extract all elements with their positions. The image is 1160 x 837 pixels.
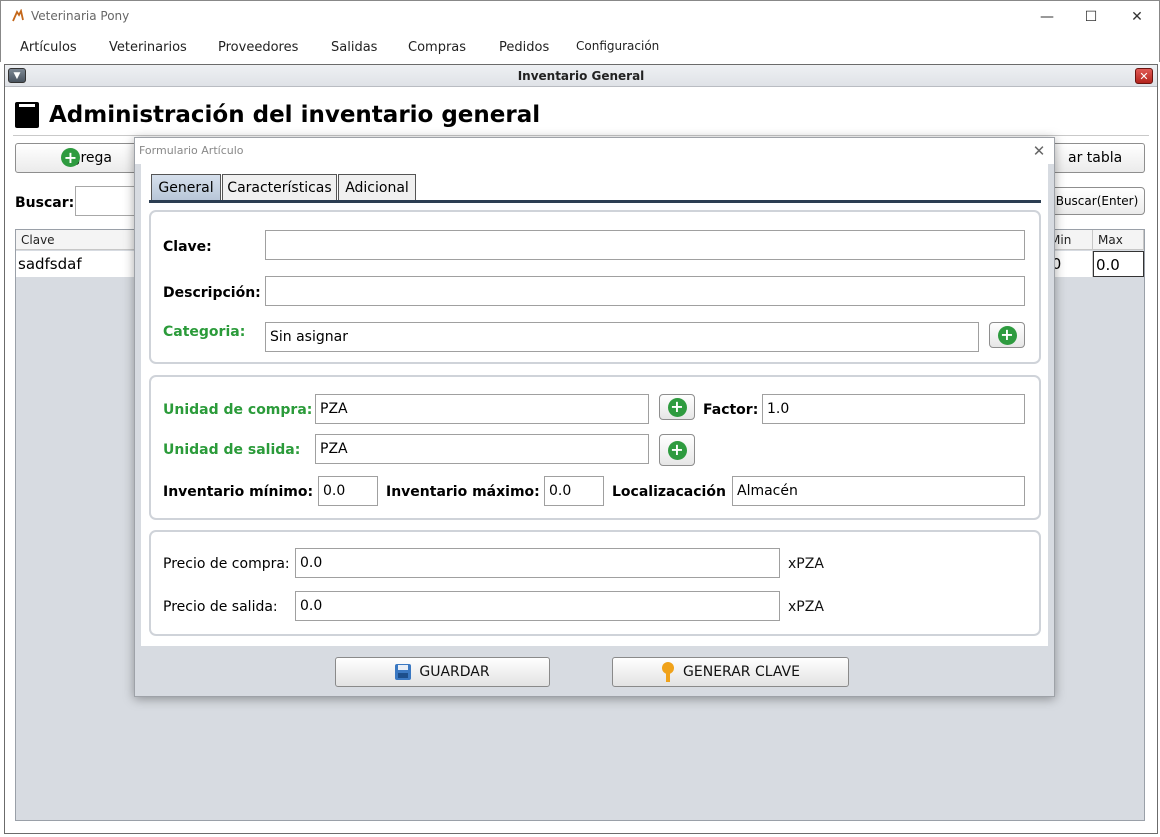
descripcion-label: Descripción: — [163, 285, 261, 301]
internal-frame-title: Inventario General — [517, 69, 645, 83]
plus-icon: + — [667, 440, 687, 460]
precio-salida-field[interactable]: 0.0 — [295, 591, 780, 621]
divider — [13, 135, 1149, 136]
close-icon[interactable]: ✕ — [1114, 1, 1160, 33]
add-categoria-button[interactable]: + — [989, 322, 1025, 348]
unidad-salida-label: Unidad de salida: — [163, 442, 301, 458]
generate-key-label: GENERAR CLAVE — [683, 664, 800, 680]
export-table-label: ar tabla — [1068, 150, 1123, 166]
key-icon — [661, 662, 675, 682]
minimize-icon[interactable]: — — [1024, 1, 1070, 33]
book-icon — [15, 102, 39, 128]
table-cell-clave[interactable]: sadfsdaf — [16, 251, 136, 277]
factor-field[interactable]: 1.0 — [762, 394, 1025, 424]
categoria-label: Categoria: — [163, 324, 246, 340]
precio-compra-unit: xPZA — [788, 556, 824, 572]
floppy-disk-icon — [395, 664, 412, 680]
precio-compra-field[interactable]: 0.0 — [295, 548, 780, 578]
dialog-titlebar: Formulario Artículo ✕ — [135, 138, 1054, 164]
tab-underline — [149, 200, 1041, 203]
window-titlebar: Veterinaria Pony — ☐ ✕ — [0, 0, 1160, 32]
search-button-label: Buscar(Enter) — [1055, 194, 1139, 208]
search-label: Buscar: — [15, 195, 75, 211]
menu-configuracion[interactable]: Configuración — [576, 39, 659, 53]
inventario-minimo-label: Inventario mínimo: — [163, 484, 314, 500]
dialog-title: Formulario Artículo — [139, 144, 244, 157]
tab-caracteristicas[interactable]: Características — [222, 174, 337, 200]
precio-salida-label: Precio de salida: — [163, 599, 278, 615]
internal-frame-titlebar: ▼ Inventario General ✕ — [5, 65, 1157, 87]
categoria-field[interactable]: Sin asignar — [265, 322, 979, 352]
menu-bar: Artículos Veterinarios Proveedores Salid… — [0, 32, 1160, 62]
add-unidad-compra-button[interactable]: + — [659, 394, 695, 420]
save-button-label: GUARDAR — [419, 664, 490, 680]
page-heading: Administración del inventario general — [15, 97, 540, 133]
article-form-dialog: Formulario Artículo ✕ General Caracterís… — [134, 137, 1055, 697]
close-icon[interactable]: ✕ — [1028, 141, 1050, 161]
table-cell-max[interactable]: 0.0 — [1093, 251, 1144, 277]
descripcion-field[interactable] — [265, 276, 1025, 306]
tab-adicional[interactable]: Adicional — [338, 174, 416, 200]
maximize-icon[interactable]: ☐ — [1068, 1, 1114, 33]
menu-articulos[interactable]: Artículos — [20, 40, 77, 55]
inventario-maximo-label: Inventario máximo: — [386, 484, 540, 500]
frame-close-icon[interactable]: ✕ — [1135, 68, 1153, 84]
save-button[interactable]: GUARDAR — [335, 657, 550, 687]
menu-compras[interactable]: Compras — [408, 40, 466, 55]
column-header-max[interactable]: Max — [1093, 230, 1144, 250]
unidad-salida-field[interactable]: PZA — [315, 434, 649, 464]
unidad-compra-field[interactable]: PZA — [315, 394, 649, 424]
generate-key-button[interactable]: GENERAR CLAVE — [612, 657, 849, 687]
menu-salidas[interactable]: Salidas — [331, 40, 377, 55]
menu-veterinarios[interactable]: Veterinarios — [109, 40, 187, 55]
plus-icon: + — [61, 148, 80, 167]
precio-compra-label: Precio de compra: — [163, 556, 290, 572]
dialog-content: General Características Adicional Clave:… — [141, 164, 1048, 646]
app-logo-icon — [12, 9, 24, 22]
inventario-minimo-field[interactable]: 0.0 — [318, 476, 378, 506]
window-title: Veterinaria Pony — [31, 9, 130, 23]
localizacion-field[interactable]: Almacén — [732, 476, 1025, 506]
inventario-maximo-field[interactable]: 0.0 — [544, 476, 604, 506]
page-title: Administración del inventario general — [49, 102, 541, 128]
precio-salida-unit: xPZA — [788, 599, 824, 615]
clave-label: Clave: — [163, 239, 212, 255]
factor-label: Factor: — [703, 402, 759, 418]
menu-proveedores[interactable]: Proveedores — [218, 40, 298, 55]
add-unidad-salida-button[interactable]: + — [659, 434, 695, 466]
tab-general[interactable]: General — [151, 174, 221, 200]
unidad-compra-label: Unidad de compra: — [163, 402, 313, 418]
menu-pedidos[interactable]: Pedidos — [499, 40, 549, 55]
localizacion-label: Localizacación — [612, 484, 726, 500]
column-header-clave[interactable]: Clave — [16, 230, 136, 250]
clave-field[interactable] — [265, 230, 1025, 260]
search-button[interactable]: Buscar(Enter) — [1049, 187, 1145, 215]
plus-icon: + — [667, 397, 687, 417]
plus-icon: + — [997, 325, 1017, 345]
